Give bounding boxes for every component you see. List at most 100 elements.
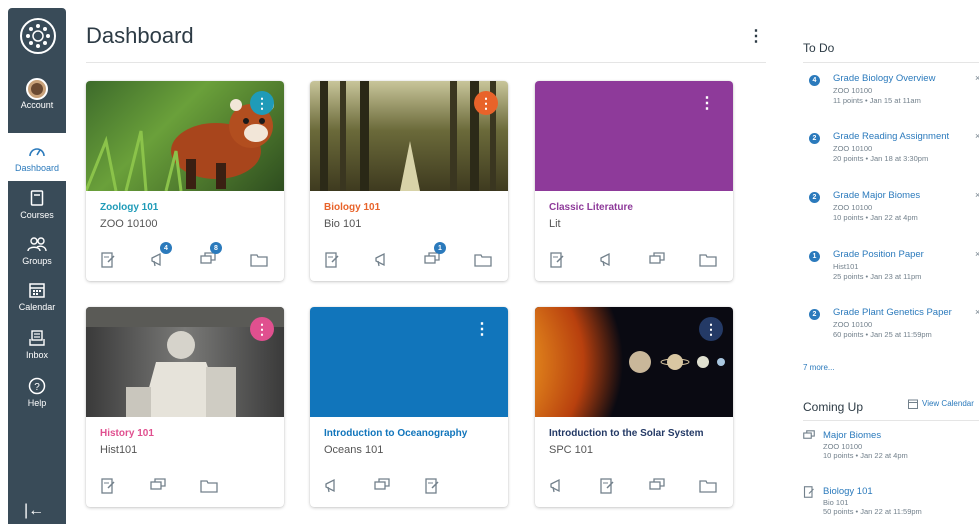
course-card-solar-system[interactable]: ⋮ Introduction to the Solar System SPC 1… [535, 307, 733, 507]
todo-title[interactable]: Grade Reading Assignment [833, 131, 949, 142]
course-name[interactable]: Biology 101 [324, 202, 380, 213]
svg-text:?: ? [34, 382, 40, 393]
course-card-biology[interactable]: ⋮ Biology 101 Bio 101 1 [310, 81, 508, 281]
dismiss-icon[interactable]: × [975, 307, 979, 317]
header-divider [86, 62, 766, 63]
coming-up-divider [803, 420, 979, 421]
course-code: Oceans 101 [324, 444, 384, 456]
announcements-icon[interactable] [549, 477, 599, 495]
assignments-icon[interactable] [100, 251, 150, 269]
nav-groups-label: Groups [22, 256, 52, 266]
nav-courses[interactable]: Courses [8, 188, 66, 228]
help-icon: ? [27, 376, 47, 396]
global-nav: Account Dashboard Courses Groups Calenda… [8, 8, 66, 524]
nav-account-label: Account [20, 100, 54, 110]
discussions-icon[interactable] [150, 477, 200, 495]
announcements-icon[interactable] [324, 477, 374, 495]
coming-up-meta: 10 points • Jan 22 at 4pm [823, 451, 908, 460]
card-options-button[interactable]: ⋮ [250, 91, 274, 115]
course-card-history[interactable]: ⋮ History 101 Hist101 [86, 307, 284, 507]
nav-courses-label: Courses [20, 210, 54, 220]
dismiss-icon[interactable]: × [975, 190, 979, 200]
announcements-icon[interactable] [599, 251, 649, 269]
files-icon[interactable] [474, 251, 508, 269]
course-card-classic-literature[interactable]: ⋮ Classic Literature Lit [535, 81, 733, 281]
course-image: ⋮ [535, 307, 733, 417]
coming-up-heading: Coming Up [803, 400, 864, 414]
nav-inbox[interactable]: Inbox [8, 328, 66, 368]
dismiss-icon[interactable]: × [975, 131, 979, 141]
discussions-icon[interactable]: 8 [200, 242, 250, 269]
assignments-icon [803, 486, 815, 501]
course-card-zoology[interactable]: ⋮ Zoology 101 ZOO 10100 4 8 [86, 81, 284, 281]
assignments-icon[interactable] [324, 251, 374, 269]
todo-title[interactable]: Grade Plant Genetics Paper [833, 307, 952, 318]
announcements-icon[interactable]: 4 [150, 242, 200, 269]
dismiss-icon[interactable]: × [975, 249, 979, 259]
course-card-oceanography[interactable]: ⋮ Introduction to Oceanography Oceans 10… [310, 307, 508, 507]
files-icon[interactable] [200, 477, 250, 495]
course-card-actions [549, 251, 733, 269]
files-icon[interactable] [250, 251, 284, 269]
course-name[interactable]: Introduction to the Solar System [549, 428, 703, 439]
course-name[interactable]: Zoology 101 [100, 202, 158, 213]
todo-meta: 20 points • Jan 18 at 3:30pm [833, 154, 929, 163]
discussions-icon[interactable] [649, 251, 699, 269]
unread-badge: 1 [434, 242, 446, 254]
nav-calendar[interactable]: Calendar [8, 280, 66, 320]
canvas-logo-icon[interactable] [20, 18, 56, 54]
todo-count-badge: 2 [809, 133, 820, 144]
todo-more-link[interactable]: 7 more... [803, 363, 835, 372]
nav-account[interactable]: Account [8, 78, 66, 124]
discussions-icon[interactable]: 1 [424, 242, 474, 269]
assignments-icon[interactable] [599, 477, 649, 495]
todo-count-badge: 1 [809, 251, 820, 262]
course-name[interactable]: Classic Literature [549, 202, 633, 213]
course-code: ZOO 10100 [100, 218, 158, 230]
course-name[interactable]: Introduction to Oceanography [324, 428, 467, 439]
course-name[interactable]: History 101 [100, 428, 154, 439]
todo-meta: 11 points • Jan 15 at 11am [833, 96, 921, 105]
assignments-icon[interactable] [100, 477, 150, 495]
todo-count-badge: 4 [809, 75, 820, 86]
coming-up-title[interactable]: Biology 101 [823, 486, 873, 497]
inbox-icon [27, 328, 47, 348]
groups-icon [27, 234, 47, 254]
card-options-button[interactable]: ⋮ [699, 93, 715, 113]
assignments-icon[interactable] [549, 251, 599, 269]
course-code: Lit [549, 218, 561, 230]
nav-help-label: Help [27, 398, 47, 408]
coming-up-course: ZOO 10100 [823, 442, 863, 451]
dashboard-options-icon[interactable]: ⋮ [748, 26, 764, 46]
nav-help[interactable]: ? Help [8, 376, 66, 416]
nav-groups[interactable]: Groups [8, 234, 66, 274]
card-options-button[interactable]: ⋮ [474, 91, 498, 115]
assignments-icon[interactable] [424, 477, 474, 495]
coming-up-title[interactable]: Major Biomes [823, 430, 881, 441]
course-card-actions [549, 477, 733, 495]
todo-title[interactable]: Grade Position Paper [833, 249, 924, 260]
calendar-icon [908, 399, 918, 409]
course-image: ⋮ [86, 81, 284, 191]
course-color-header: ⋮ [535, 81, 733, 191]
discussions-icon[interactable] [374, 477, 424, 495]
files-icon[interactable] [699, 477, 733, 495]
todo-meta: 60 points • Jan 25 at 11:59pm [833, 330, 932, 339]
nav-dashboard[interactable]: Dashboard [8, 133, 66, 181]
todo-title[interactable]: Grade Biology Overview [833, 73, 935, 84]
unread-badge: 8 [210, 242, 222, 254]
card-options-button[interactable]: ⋮ [250, 317, 274, 341]
card-options-button[interactable]: ⋮ [474, 319, 490, 339]
discussions-icon[interactable] [649, 477, 699, 495]
nav-inbox-label: Inbox [25, 350, 49, 360]
view-calendar-link[interactable]: View Calendar [908, 399, 974, 409]
coming-up-meta: 50 points • Jan 22 at 11:59pm [823, 507, 922, 516]
announcements-icon[interactable] [374, 251, 424, 269]
card-options-button[interactable]: ⋮ [699, 317, 723, 341]
todo-title[interactable]: Grade Major Biomes [833, 190, 920, 201]
todo-course: ZOO 10100 [833, 144, 873, 153]
files-icon[interactable] [699, 251, 733, 269]
dismiss-icon[interactable]: × [975, 73, 979, 83]
dashboard-icon [27, 141, 47, 161]
collapse-nav-icon[interactable]: |← [24, 502, 44, 520]
